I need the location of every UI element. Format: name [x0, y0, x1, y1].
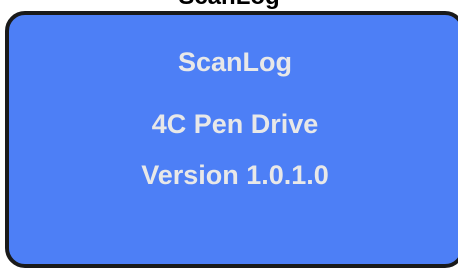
version-label: Version 1.0.1.0 [141, 160, 329, 190]
app-name-label: ScanLog [177, 47, 292, 77]
device-name-label: 4C Pen Drive [151, 109, 319, 139]
window-title-clipped: ScanLog [0, 0, 458, 11]
device-display-panel: ScanLog 4C Pen Drive Version 1.0.1.0 [5, 11, 458, 268]
